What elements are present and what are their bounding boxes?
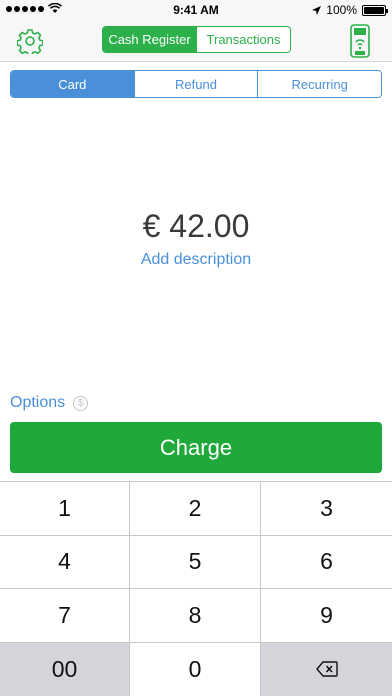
status-right: 100%: [312, 3, 388, 17]
key-00[interactable]: 00: [0, 642, 130, 696]
key-3[interactable]: 3: [261, 482, 392, 536]
key-6[interactable]: 6: [261, 535, 392, 589]
key-8[interactable]: 8: [130, 589, 261, 643]
key-7[interactable]: 7: [0, 589, 130, 643]
battery-icon: [362, 4, 388, 16]
status-bar: 9:41 AM 100%: [0, 0, 392, 20]
key-4[interactable]: 4: [0, 535, 130, 589]
add-description-link[interactable]: Add description: [0, 251, 392, 269]
charge-button[interactable]: Charge: [10, 422, 382, 473]
battery-percent: 100%: [326, 3, 357, 17]
options-button[interactable]: Options $: [10, 394, 89, 412]
amount-display: € 42.00: [142, 208, 250, 244]
card-terminal-icon: [350, 24, 370, 58]
nav-bar: Cash Register Transactions: [0, 20, 392, 62]
tab-cash-register[interactable]: Cash Register: [103, 27, 196, 52]
settings-button[interactable]: [14, 26, 46, 56]
tab-recurring[interactable]: Recurring: [257, 71, 381, 97]
tab-card[interactable]: Card: [11, 71, 134, 97]
dollar-circle-icon: $: [73, 395, 89, 411]
backspace-key[interactable]: [261, 642, 392, 696]
numeric-keypad: 1 2 3 4 5 6 7 8 9 00 0: [0, 481, 392, 696]
location-arrow-icon: [312, 5, 322, 15]
backspace-icon: [315, 661, 338, 677]
options-label: Options: [10, 394, 66, 411]
key-0[interactable]: 0: [130, 642, 261, 696]
gear-icon: [17, 29, 43, 54]
tab-transactions[interactable]: Transactions: [196, 27, 290, 52]
card-terminal-button[interactable]: [348, 24, 372, 58]
tab-refund[interactable]: Refund: [133, 71, 258, 97]
main-tabs: Cash Register Transactions: [102, 26, 291, 53]
key-1[interactable]: 1: [0, 482, 130, 536]
payment-type-tabs: Card Refund Recurring: [10, 70, 382, 98]
key-2[interactable]: 2: [130, 482, 261, 536]
key-5[interactable]: 5: [130, 535, 261, 589]
key-9[interactable]: 9: [261, 589, 392, 643]
